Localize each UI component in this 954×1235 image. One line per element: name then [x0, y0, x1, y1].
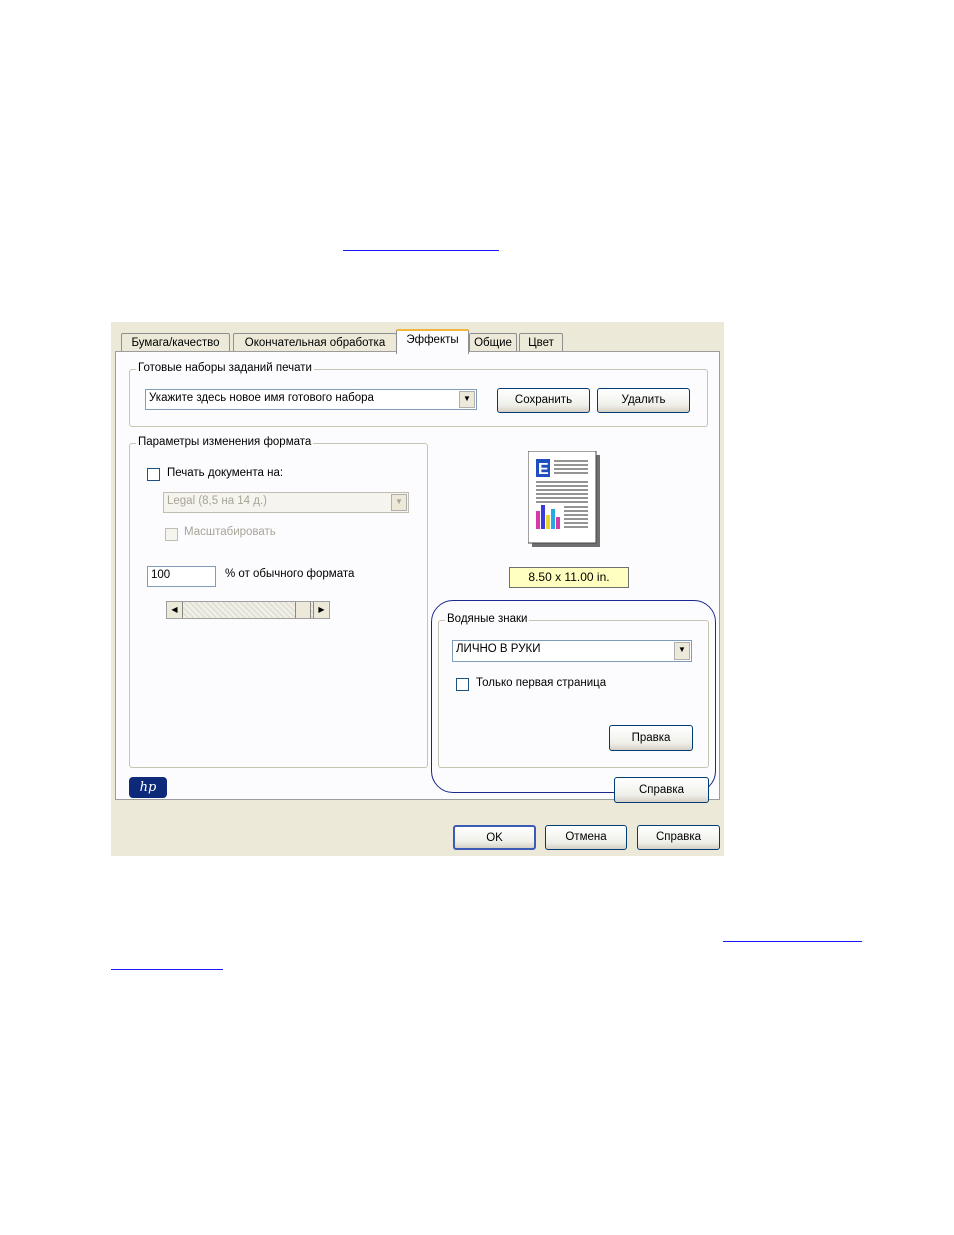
percent-value: 100 [151, 569, 171, 581]
print-on-checkbox[interactable] [147, 468, 160, 481]
preset-name-combo[interactable]: Укажите здесь новое имя готового набора … [145, 389, 477, 410]
tab-effects[interactable]: Эффекты [396, 329, 469, 354]
chevron-down-icon[interactable]: ▼ [459, 391, 475, 408]
percent-scrollbar[interactable]: ◀ ▶ [166, 601, 330, 619]
presets-group-label: Готовые наборы заданий печати [136, 362, 314, 374]
tab-paper-quality[interactable]: Бумага/качество [121, 333, 230, 352]
ok-button[interactable]: OK [453, 825, 536, 850]
scale-checkbox[interactable] [165, 528, 178, 541]
resize-group-label: Параметры изменения формата [136, 436, 314, 448]
hp-logo-text: hp [139, 780, 157, 795]
document-link-underline-3[interactable] [111, 969, 223, 970]
tab-finishing[interactable]: Окончательная обработка [233, 333, 397, 352]
print-properties-dialog: Бумага/качество Окончательная обработка … [111, 322, 724, 856]
delete-preset-button[interactable]: Удалить [597, 388, 690, 413]
paper-size-badge: 8.50 x 11.00 in. [509, 567, 629, 588]
chevron-down-icon[interactable]: ▼ [391, 494, 407, 511]
effects-tab-panel: Готовые наборы заданий печати Укажите зд… [115, 351, 720, 803]
paper-size-combo[interactable]: Legal (8,5 на 14 д.) ▼ [163, 492, 409, 513]
footer-help-button[interactable]: Справка [637, 825, 720, 850]
scroll-thumb[interactable] [295, 602, 311, 618]
resize-options-group: Параметры изменения формата Печать докум… [129, 436, 428, 768]
scroll-left-arrow-icon[interactable]: ◀ [167, 602, 183, 618]
hp-logo: hp [129, 777, 167, 798]
svg-text:E: E [538, 461, 549, 478]
percent-label: % от обычного формата [225, 568, 355, 580]
cancel-button[interactable]: Отмена [545, 825, 627, 850]
tab-help-button[interactable]: Справка [614, 777, 709, 803]
presets-group: Готовые наборы заданий печати Укажите зд… [129, 362, 708, 427]
scale-label: Масштабировать [184, 526, 276, 538]
document-link-underline-2[interactable] [723, 941, 862, 942]
watermarks-highlight-outline [431, 600, 716, 793]
save-preset-button[interactable]: Сохранить [497, 388, 590, 413]
tab-general[interactable]: Общие [469, 333, 517, 352]
percent-input[interactable]: 100 [147, 566, 216, 587]
tab-color[interactable]: Цвет [519, 333, 563, 352]
paper-size-value: Legal (8,5 на 14 д.) [167, 495, 268, 507]
scroll-right-arrow-icon[interactable]: ▶ [313, 602, 329, 618]
print-on-label: Печать документа на: [167, 467, 284, 479]
document-link-underline-1[interactable] [343, 250, 499, 251]
preset-name-value: Укажите здесь новое имя готового набора [149, 392, 374, 404]
page-preview-icon: E [527, 450, 600, 547]
